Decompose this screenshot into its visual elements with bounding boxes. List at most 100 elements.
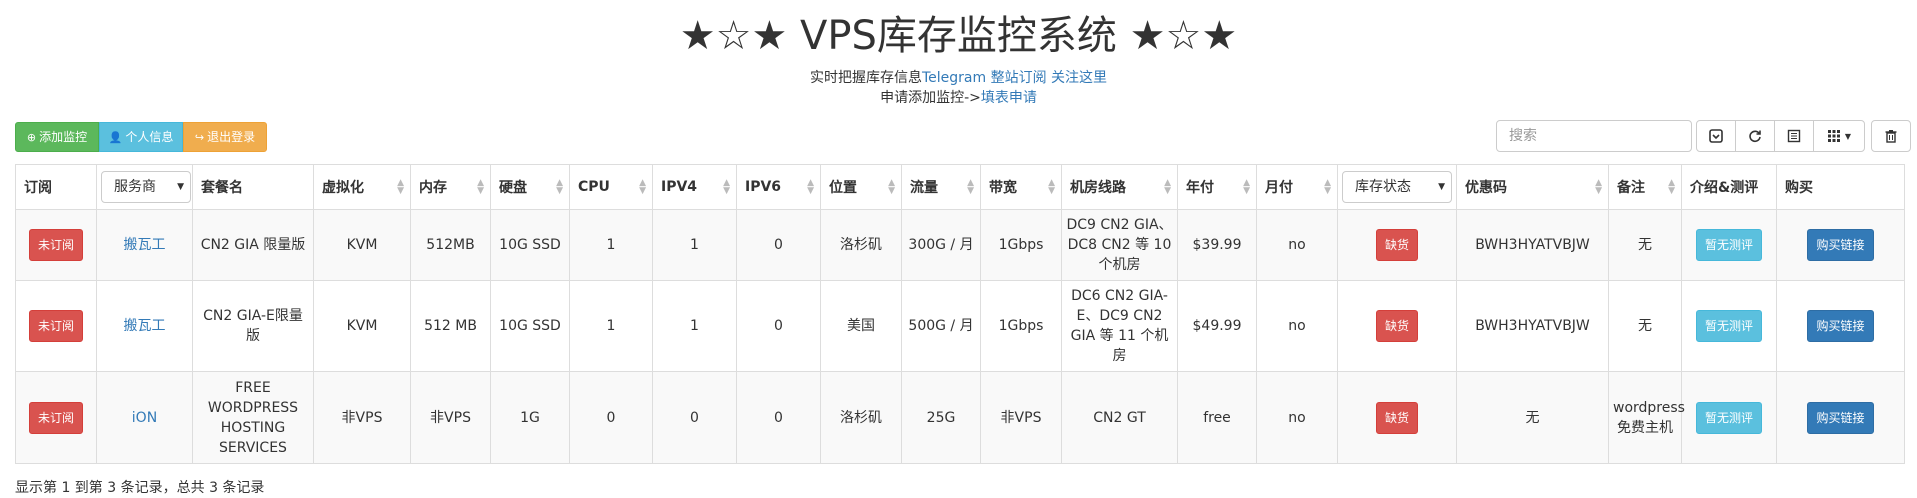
chevron-down-icon: ▼	[1438, 182, 1445, 192]
coupon-cell: BWH3HYATVBJW	[1456, 280, 1609, 372]
subscribe-button[interactable]: 未订阅	[28, 401, 83, 434]
ipv4-cell: 0	[652, 371, 737, 464]
sort-icon: ▲ ▼	[1668, 178, 1675, 196]
refresh-button[interactable]	[1735, 120, 1775, 152]
note-cell: 无	[1608, 209, 1682, 281]
virt-cell: KVM	[313, 280, 411, 372]
subscribe-button[interactable]: 未订阅	[28, 229, 83, 261]
review-button[interactable]: 暂无测评	[1695, 229, 1762, 261]
collapse-button[interactable]	[1696, 120, 1736, 152]
ipv6-cell: 0	[736, 280, 821, 372]
traffic-cell: 500G / 月	[901, 280, 981, 372]
col-disk[interactable]: 硬盘 ▲ ▼	[490, 164, 570, 210]
table-header: 订阅 服务商 ▼ 套餐名 虚拟化 ▲ ▼ 内存 ▲ ▼ 硬盘 ▲ ▼ CPU ▲ ▼ IPV4 ▲ ▼…	[15, 164, 1905, 210]
search-input[interactable]	[1496, 120, 1692, 152]
sort-icon: ▲ ▼	[477, 178, 484, 196]
ipv6-cell: 0	[736, 371, 821, 464]
cpu-cell: 1	[569, 280, 653, 372]
col-ram[interactable]: 内存 ▲ ▼	[410, 164, 491, 210]
logout-button[interactable]: ↪ 退出登录	[183, 122, 267, 152]
user-icon: 👤	[108, 130, 123, 144]
col-note[interactable]: 备注 ▲ ▼	[1608, 164, 1682, 210]
ram-cell: 512 MB	[410, 280, 491, 372]
subtitle-text: 实时把握库存信息	[809, 70, 922, 86]
col-bandwidth[interactable]: 带宽 ▲ ▼	[980, 164, 1062, 210]
yearly-cell: $49.99	[1177, 280, 1257, 372]
sort-icon: ▲ ▼	[888, 178, 895, 196]
yearly-cell: free	[1177, 371, 1257, 464]
ram-cell: 512MB	[410, 209, 491, 281]
note-cell: wordpress免费主机	[1608, 371, 1685, 464]
subscribe-link[interactable]: 整站订阅	[991, 70, 1047, 86]
provider-filter-select[interactable]: 服务商 ▼	[101, 171, 191, 203]
monthly-cell: no	[1256, 209, 1338, 281]
logout-label: 退出登录	[207, 130, 256, 144]
toggle-view-icon	[1787, 129, 1801, 143]
chevron-down-icon: ▼	[177, 182, 184, 192]
add-monitor-button[interactable]: ⊕ 添加监控	[15, 122, 99, 152]
toggle-view-button[interactable]	[1774, 120, 1814, 152]
col-ipv4[interactable]: IPV4 ▲ ▼	[652, 164, 737, 210]
traffic-cell: 25G	[901, 371, 981, 464]
follow-link[interactable]: 关注这里	[1051, 70, 1107, 86]
review-button[interactable]: 暂无测评	[1695, 310, 1762, 342]
sort-icon: ▲ ▼	[556, 178, 563, 196]
review-button[interactable]: 暂无测评	[1695, 401, 1762, 434]
col-yearly[interactable]: 年付 ▲ ▼	[1177, 164, 1257, 210]
apply-link[interactable]: 填表申请	[981, 90, 1037, 106]
table-row: 未订阅 搬瓦工 CN2 GIA-E限量版 KVM 512 MB 10G SSD …	[15, 280, 1905, 372]
apply-text: 申请添加监控->	[880, 90, 981, 106]
location-cell: 美国	[820, 280, 902, 372]
subscribe-button[interactable]: 未订阅	[28, 310, 83, 342]
col-ipv6[interactable]: IPV6 ▲ ▼	[736, 164, 821, 210]
monthly-cell: no	[1256, 280, 1338, 372]
sort-icon: ▲ ▼	[1324, 178, 1331, 196]
stock-filter-select[interactable]: 库存状态 ▼	[1342, 171, 1452, 203]
bandwidth-cell: 非VPS	[980, 371, 1062, 464]
disk-cell: 10G SSD	[490, 209, 570, 281]
coupon-cell: 无	[1456, 371, 1609, 464]
ipv4-cell: 1	[652, 280, 737, 372]
route-cell: DC6 CN2 GIA-E、DC9 CN2 GIA 等 11 个机房	[1061, 280, 1178, 372]
provider-link[interactable]: 搬瓦工	[124, 318, 166, 334]
location-cell: 洛杉矶	[820, 371, 902, 464]
sort-icon: ▲ ▼	[723, 178, 730, 196]
sort-icon: ▲ ▼	[807, 178, 814, 196]
cpu-cell: 1	[569, 209, 653, 281]
col-location[interactable]: 位置 ▲ ▼	[820, 164, 902, 210]
col-monthly[interactable]: 月付 ▲ ▼	[1256, 164, 1338, 210]
columns-dropdown-button[interactable]: ▼	[1813, 120, 1865, 152]
sort-icon: ▲ ▼	[1048, 178, 1055, 196]
bandwidth-cell: 1Gbps	[980, 280, 1062, 372]
telegram-link[interactable]: Telegram	[922, 70, 986, 86]
profile-button[interactable]: 👤 个人信息	[99, 122, 183, 152]
col-coupon[interactable]: 优惠码 ▲ ▼	[1456, 164, 1609, 210]
stock-status-badge: 缺货	[1375, 310, 1418, 342]
col-provider[interactable]: 服务商 ▼	[96, 164, 193, 210]
page-title: ★☆★ VPS库存监控系统 ★☆★	[679, 13, 1238, 59]
buy-button[interactable]: 购买链接	[1807, 229, 1874, 261]
col-route[interactable]: 机房线路 ▲ ▼	[1061, 164, 1178, 210]
table-row: 未订阅 搬瓦工 CN2 GIA 限量版 KVM 512MB 10G SSD 1 …	[15, 209, 1905, 281]
col-cpu[interactable]: CPU ▲ ▼	[569, 164, 653, 210]
disk-cell: 10G SSD	[490, 280, 570, 372]
col-traffic[interactable]: 流量 ▲ ▼	[901, 164, 981, 210]
profile-label: 个人信息	[125, 130, 174, 144]
sign-out-icon: ↪	[194, 130, 205, 144]
col-plan: 套餐名	[192, 164, 314, 210]
sort-icon: ▲ ▼	[397, 178, 404, 196]
columns-icon	[1827, 130, 1840, 142]
buy-button[interactable]: 购买链接	[1807, 310, 1874, 342]
stock-status-badge: 缺货	[1375, 401, 1418, 434]
provider-link[interactable]: iON	[132, 410, 157, 426]
col-virt[interactable]: 虚拟化 ▲ ▼	[313, 164, 411, 210]
route-cell: DC9 CN2 GIA、DC8 CN2 等 10 个机房	[1061, 209, 1178, 281]
virt-cell: 非VPS	[313, 371, 411, 464]
monthly-cell: no	[1256, 371, 1338, 464]
col-stock[interactable]: 库存状态 ▼	[1337, 164, 1457, 210]
provider-link[interactable]: 搬瓦工	[124, 237, 166, 253]
buy-button[interactable]: 购买链接	[1807, 401, 1874, 434]
delete-button[interactable]	[1871, 120, 1911, 152]
refresh-icon	[1749, 130, 1761, 143]
disk-cell: 1G	[490, 371, 570, 464]
